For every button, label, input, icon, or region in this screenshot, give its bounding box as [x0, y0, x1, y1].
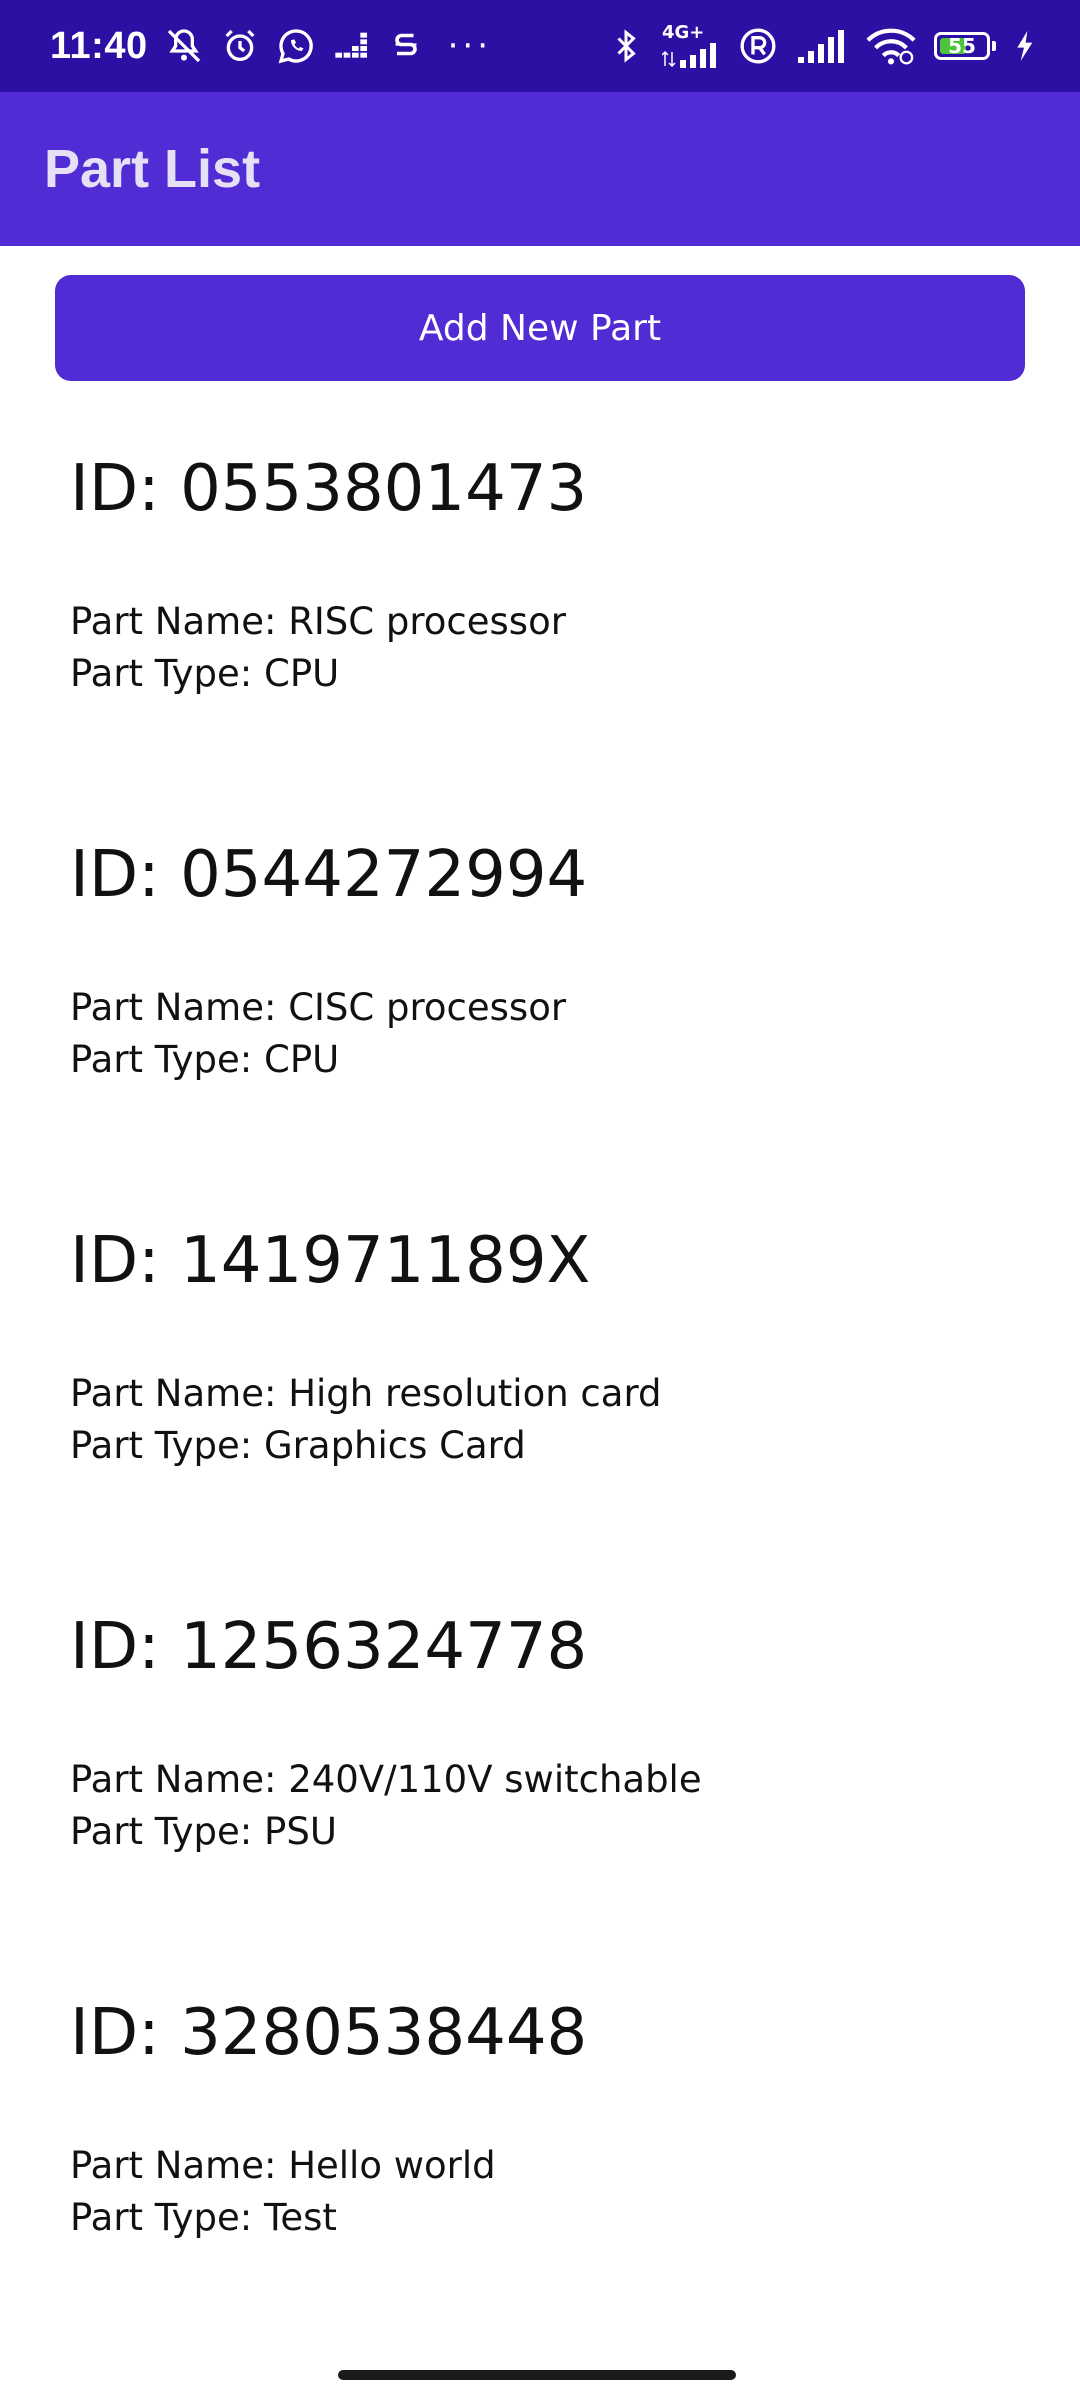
battery-tip: [992, 41, 996, 51]
battery-level: 55: [948, 34, 976, 58]
roaming-icon: [738, 26, 778, 66]
part-type: Part Type: PSU: [70, 1810, 337, 1853]
part-id: ID: 0544272994: [70, 838, 588, 912]
charging-icon: [1014, 29, 1034, 63]
bluetooth-icon: [608, 26, 644, 66]
part-name: Part Name: Hello world: [70, 2144, 496, 2187]
wifi-icon: [866, 26, 916, 66]
part-name: Part Name: RISC processor: [70, 600, 566, 643]
part-type: Part Type: CPU: [70, 1038, 340, 1081]
list-item[interactable]: ID: 0553801473 Part Name: RISC processor…: [0, 385, 1080, 771]
part-name: Part Name: 240V/110V switchable: [70, 1758, 702, 1801]
page-title: Part List: [44, 139, 261, 199]
whatsapp-icon: [276, 26, 316, 66]
part-list: ID: 0553801473 Part Name: RISC processor…: [0, 385, 1080, 2315]
add-new-part-button[interactable]: Add New Part: [55, 275, 1025, 381]
status-right: 4G+ 55: [608, 0, 1034, 92]
part-name: Part Name: CISC processor: [70, 986, 567, 1029]
list-item[interactable]: ID: 1256324778 Part Name: 240V/110V swit…: [0, 1543, 1080, 1929]
list-item[interactable]: ID: 141971189X Part Name: High resolutio…: [0, 1157, 1080, 1543]
app-bar: Part List: [0, 92, 1080, 246]
part-name: Part Name: High resolution card: [70, 1372, 662, 1415]
deezer-icon: [332, 26, 372, 66]
status-time: 11:40: [50, 24, 148, 67]
alarm-icon: [220, 26, 260, 66]
signal-icon: [796, 29, 848, 63]
overflow-dots: ···: [447, 26, 493, 66]
part-type: Part Type: Test: [70, 2196, 337, 2239]
part-id: ID: 141971189X: [70, 1224, 591, 1298]
part-id: ID: 1256324778: [70, 1610, 588, 1684]
part-type: Part Type: Graphics Card: [70, 1424, 526, 1467]
list-item[interactable]: ID: 0544272994 Part Name: CISC processor…: [0, 771, 1080, 1157]
part-id: ID: 3280538448: [70, 1996, 588, 2070]
part-id: ID: 0553801473: [70, 452, 588, 526]
battery-icon: 55: [934, 32, 996, 60]
signal-4g-icon: 4G+: [662, 24, 720, 68]
home-indicator[interactable]: [338, 2370, 736, 2380]
status-bar: 11:40 ··· 4G+ 55: [0, 0, 1080, 92]
list-item[interactable]: ID: 3280538448 Part Name: Hello world Pa…: [0, 1929, 1080, 2315]
part-type: Part Type: CPU: [70, 652, 340, 695]
status-left: 11:40 ···: [50, 0, 492, 92]
s-app-icon: [388, 26, 424, 66]
network-label: 4G+: [662, 22, 705, 43]
muted-bell-icon: [164, 26, 204, 66]
battery-body: 55: [934, 32, 990, 60]
